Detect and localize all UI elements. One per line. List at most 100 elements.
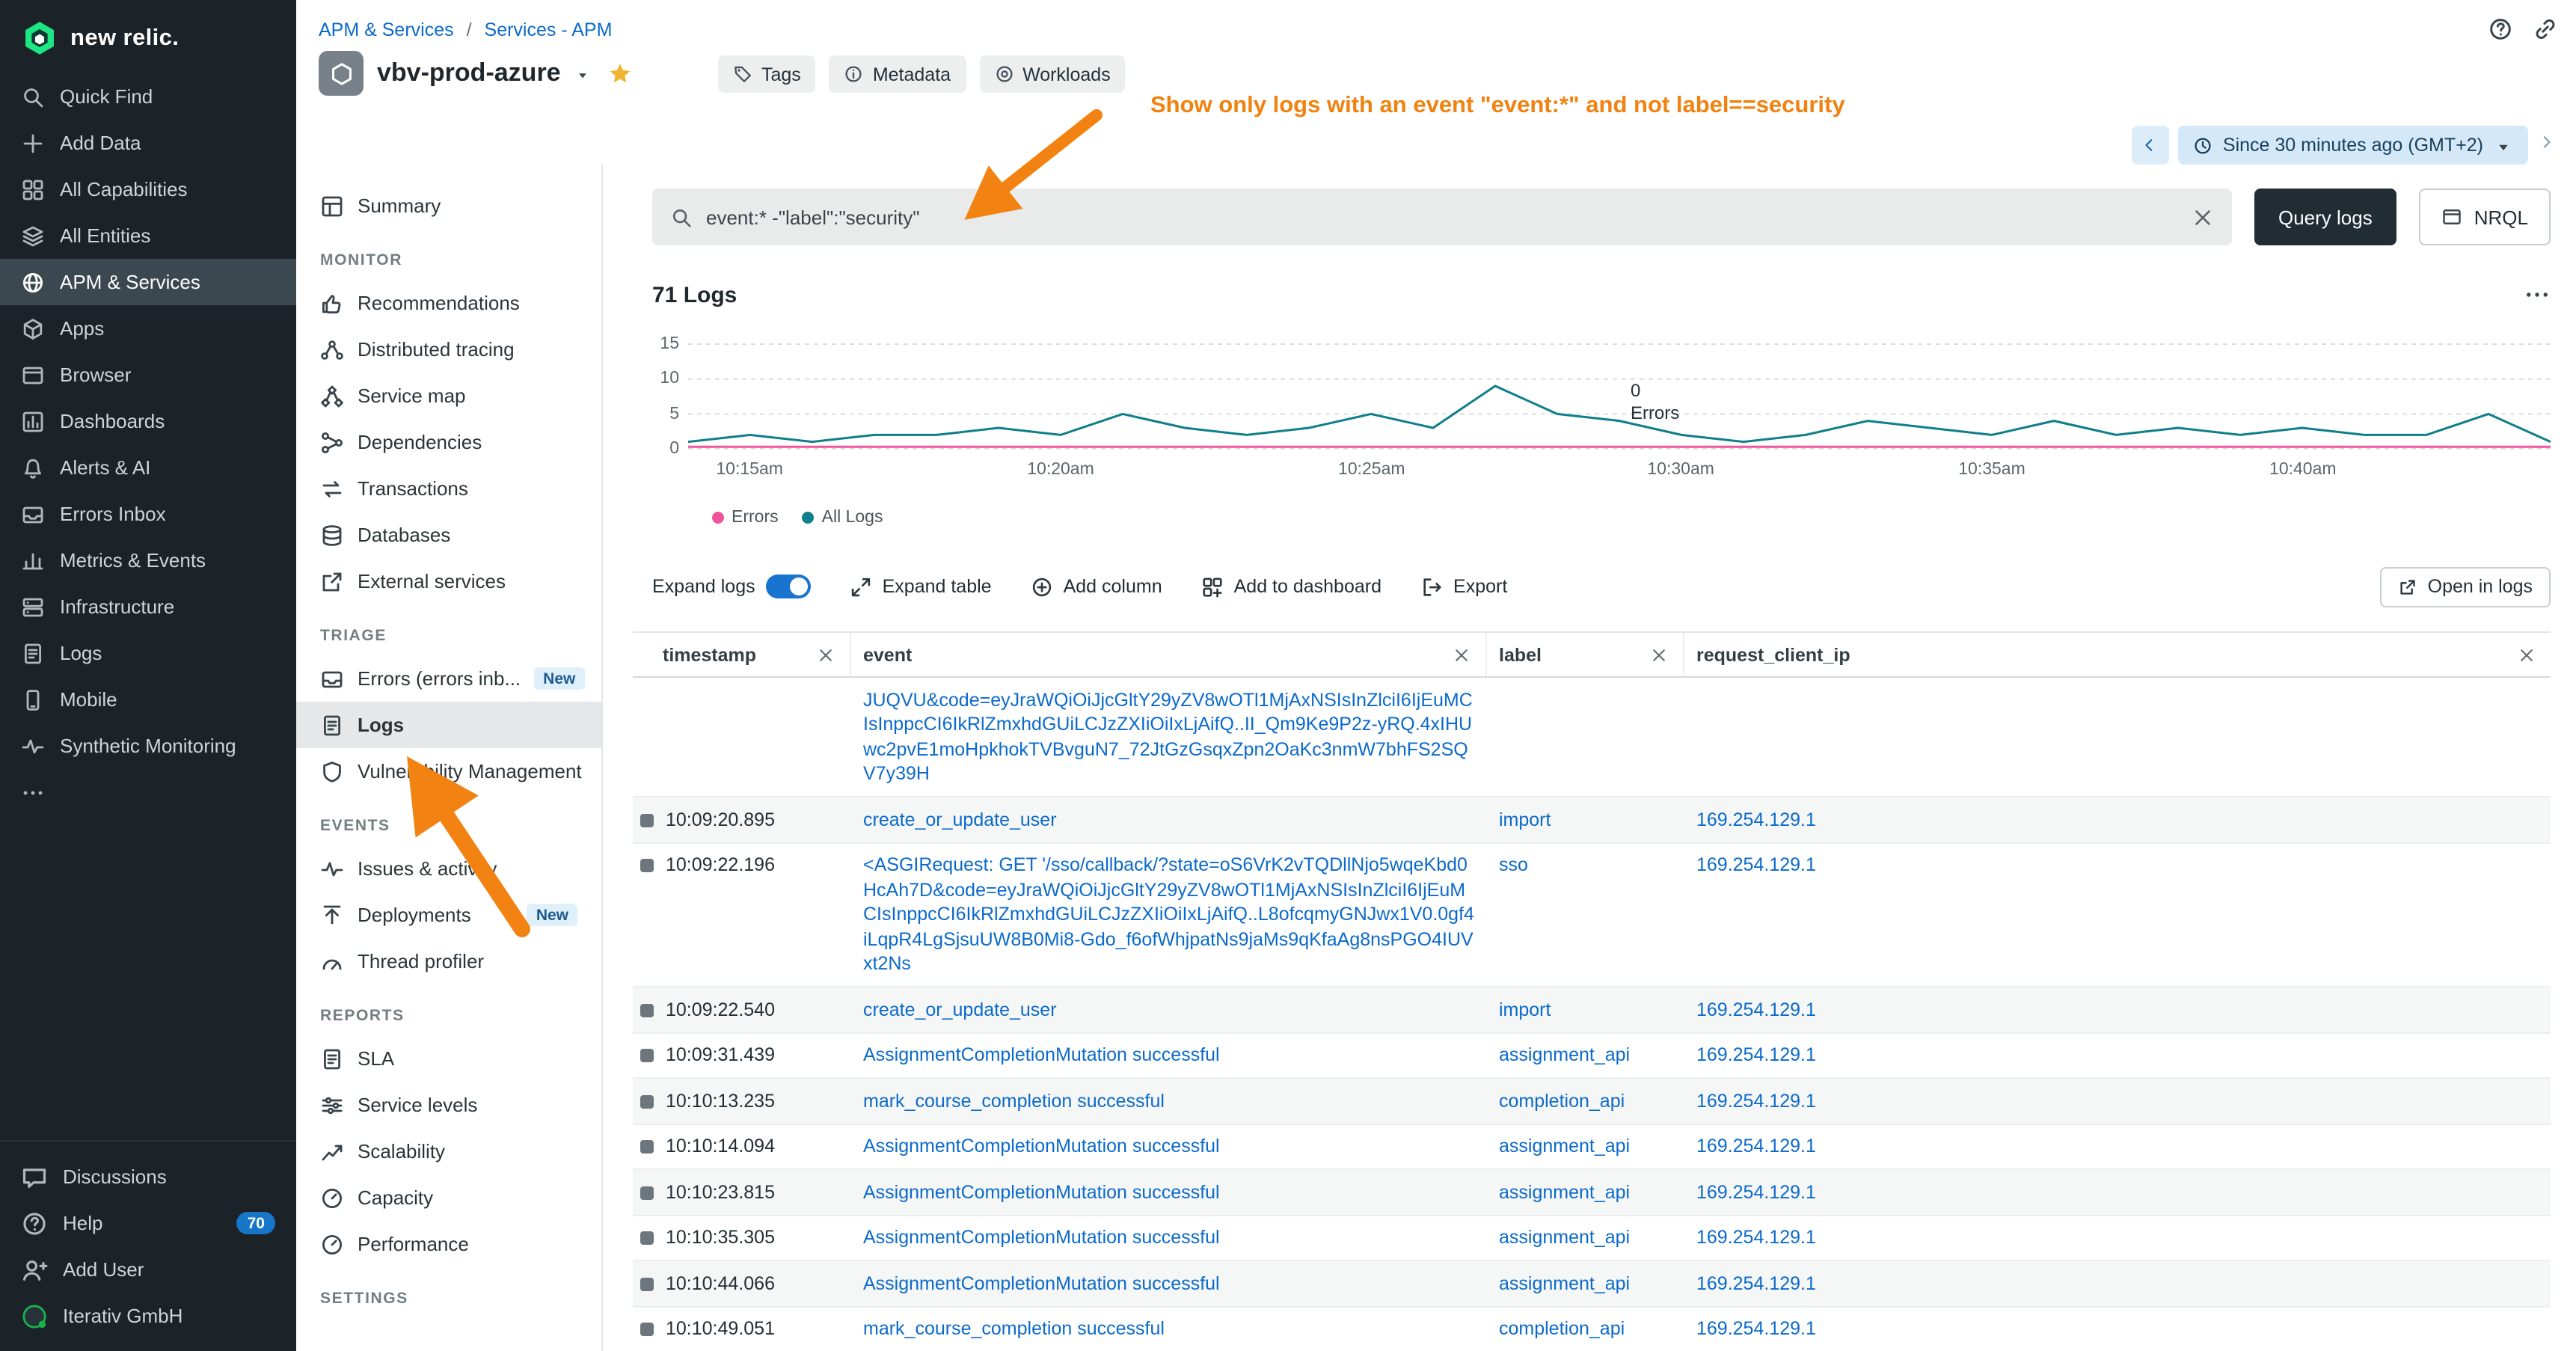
permalink-icon[interactable] xyxy=(2533,16,2558,42)
global-nav-item[interactable]: Metrics & Events xyxy=(0,537,296,583)
entity-nav-item[interactable]: Summary xyxy=(296,183,601,229)
row-expand-marker[interactable] xyxy=(640,1140,654,1154)
log-event-link[interactable]: AssignmentCompletionMutation successful xyxy=(863,1272,1220,1293)
expand-logs-toggle[interactable] xyxy=(766,575,811,598)
global-nav-footer-item[interactable]: Iterativ GmbH xyxy=(0,1293,296,1339)
entity-nav-item[interactable]: Deployments New xyxy=(296,892,601,938)
entity-nav-item[interactable]: Logs xyxy=(296,702,601,748)
log-ip-link[interactable]: 169.254.129.1 xyxy=(1696,1227,1816,1248)
logs-menu-icon[interactable] xyxy=(2524,281,2551,308)
log-event-link[interactable]: AssignmentCompletionMutation successful xyxy=(863,1227,1220,1248)
log-ip-link[interactable]: 169.254.129.1 xyxy=(1696,809,1816,830)
entity-nav-item[interactable]: Capacity xyxy=(296,1174,601,1221)
global-nav-footer-item[interactable]: Add User xyxy=(0,1246,296,1293)
global-nav-item[interactable]: All Capabilities xyxy=(0,166,296,212)
entity-nav-item[interactable]: Issues & activity xyxy=(296,845,601,892)
entity-switcher-caret-icon[interactable] xyxy=(574,67,591,84)
global-nav-item[interactable]: Synthetic Monitoring xyxy=(0,723,296,769)
log-label-link[interactable]: completion_api xyxy=(1499,1318,1625,1339)
log-ip-link[interactable]: 169.254.129.1 xyxy=(1696,1272,1816,1293)
log-label-link[interactable]: import xyxy=(1499,809,1551,830)
export-button[interactable]: Export xyxy=(1420,575,1507,598)
global-nav-item[interactable]: Alerts & AI xyxy=(0,444,296,491)
remove-column-icon[interactable] xyxy=(1650,646,1668,664)
entity-nav-item[interactable]: Service map xyxy=(296,373,601,419)
log-event-link[interactable]: create_or_update_user xyxy=(863,999,1057,1020)
global-nav-item[interactable]: APM & Services xyxy=(0,259,296,305)
nrql-button[interactable]: NRQL xyxy=(2419,189,2551,245)
log-event-link[interactable]: AssignmentCompletionMutation successful xyxy=(863,1136,1220,1157)
row-expand-marker[interactable] xyxy=(640,1277,654,1290)
entity-nav-item[interactable]: Transactions xyxy=(296,465,601,512)
column-header-request-client-ip[interactable]: request_client_ip xyxy=(1684,633,2551,676)
entity-nav-item[interactable]: Scalability xyxy=(296,1128,601,1174)
logs-search-bar[interactable] xyxy=(652,189,2232,245)
entity-nav-item[interactable]: Databases xyxy=(296,512,601,558)
legend-item[interactable]: All Logs xyxy=(803,509,883,527)
column-header-event[interactable]: event xyxy=(851,633,1487,676)
entity-nav-item[interactable]: Thread profiler xyxy=(296,938,601,984)
log-ip-link[interactable]: 169.254.129.1 xyxy=(1696,1181,1816,1202)
global-nav-item[interactable]: Quick Find xyxy=(0,73,296,120)
entity-nav-item[interactable]: Performance xyxy=(296,1221,601,1267)
global-nav-item[interactable]: Infrastructure xyxy=(0,583,296,630)
log-label-link[interactable]: sso xyxy=(1499,854,1528,875)
log-event-link[interactable]: AssignmentCompletionMutation successful xyxy=(863,1044,1220,1065)
log-event-link[interactable]: AssignmentCompletionMutation successful xyxy=(863,1181,1220,1202)
global-nav-item[interactable]: Browser xyxy=(0,352,296,398)
row-expand-marker[interactable] xyxy=(640,1231,654,1245)
column-header-label[interactable]: label xyxy=(1487,633,1684,676)
row-expand-marker[interactable] xyxy=(640,1003,654,1017)
column-header-timestamp[interactable]: timestamp xyxy=(633,633,851,676)
new-relic-logo[interactable]: new relic. xyxy=(0,0,296,73)
entity-nav-item[interactable]: Recommendations xyxy=(296,280,601,326)
chart-plot-area[interactable]: 0 Errors xyxy=(688,341,2551,452)
table-row[interactable]: 10:10:44.066 AssignmentCompletionMutatio… xyxy=(633,1261,2551,1307)
add-to-dashboard-button[interactable]: Add to dashboard xyxy=(1201,575,1381,598)
log-label-link[interactable]: import xyxy=(1499,999,1551,1020)
help-icon[interactable] xyxy=(2488,16,2513,42)
table-row[interactable]: 10:09:31.439 AssignmentCompletionMutatio… xyxy=(633,1033,2551,1079)
entity-nav-item[interactable]: External services xyxy=(296,558,601,604)
metadata-button[interactable]: Metadata xyxy=(829,55,966,93)
query-logs-button[interactable]: Query logs xyxy=(2254,189,2396,245)
table-row[interactable]: 10:10:23.815 AssignmentCompletionMutatio… xyxy=(633,1170,2551,1216)
table-row[interactable]: 10:10:49.051 mark_course_completion succ… xyxy=(633,1307,2551,1351)
log-ip-link[interactable]: 169.254.129.1 xyxy=(1696,999,1816,1020)
row-expand-marker[interactable] xyxy=(640,1049,654,1062)
log-label-link[interactable]: assignment_api xyxy=(1499,1181,1630,1202)
log-label-link[interactable]: assignment_api xyxy=(1499,1227,1630,1248)
global-nav-footer-item[interactable]: Discussions xyxy=(0,1154,296,1200)
log-label-link[interactable]: assignment_api xyxy=(1499,1044,1630,1065)
global-nav-footer-item[interactable]: Help 70 xyxy=(0,1200,296,1246)
legend-item[interactable]: Errors xyxy=(712,509,779,527)
global-nav-item[interactable]: Add Data xyxy=(0,120,296,166)
table-row[interactable]: JUQVU&code=eyJraWQiOiJjcGltY29yZV8wOTl1M… xyxy=(633,678,2551,797)
log-event-link[interactable]: <ASGIRequest: GET '/sso/callback/?state=… xyxy=(863,854,1474,974)
table-row[interactable]: 10:10:13.235 mark_course_completion succ… xyxy=(633,1079,2551,1124)
table-row[interactable]: 10:09:22.540 create_or_update_user impor… xyxy=(633,987,2551,1033)
global-nav-item[interactable]: Errors Inbox xyxy=(0,491,296,537)
row-expand-marker[interactable] xyxy=(640,1186,654,1199)
log-ip-link[interactable]: 169.254.129.1 xyxy=(1696,1318,1816,1339)
entity-nav-item[interactable]: Vulnerability Management xyxy=(296,748,601,794)
favorite-star-icon[interactable] xyxy=(607,61,633,86)
time-range-back-button[interactable] xyxy=(2132,126,2169,165)
table-row[interactable]: 10:09:20.895 create_or_update_user impor… xyxy=(633,797,2551,843)
remove-column-icon[interactable] xyxy=(817,646,835,664)
time-range-picker[interactable]: Since 30 minutes ago (GMT+2) xyxy=(2178,126,2528,165)
expand-table-button[interactable]: Expand table xyxy=(850,575,992,598)
row-expand-marker[interactable] xyxy=(640,1094,654,1108)
log-ip-link[interactable]: 169.254.129.1 xyxy=(1696,1136,1816,1157)
entity-nav-item[interactable]: Errors (errors inb... New xyxy=(296,655,601,702)
remove-column-icon[interactable] xyxy=(1453,646,1471,664)
global-nav-item[interactable]: Apps xyxy=(0,305,296,352)
row-expand-marker[interactable] xyxy=(640,813,654,827)
add-column-button[interactable]: Add column xyxy=(1031,575,1162,598)
log-label-link[interactable]: completion_api xyxy=(1499,1090,1625,1111)
entity-nav-item[interactable]: Dependencies xyxy=(296,419,601,465)
row-expand-marker[interactable] xyxy=(640,1323,654,1336)
table-row[interactable]: 10:10:35.305 AssignmentCompletionMutatio… xyxy=(633,1216,2551,1261)
log-event-link[interactable]: create_or_update_user xyxy=(863,809,1057,830)
global-nav-item[interactable]: All Entities xyxy=(0,212,296,259)
